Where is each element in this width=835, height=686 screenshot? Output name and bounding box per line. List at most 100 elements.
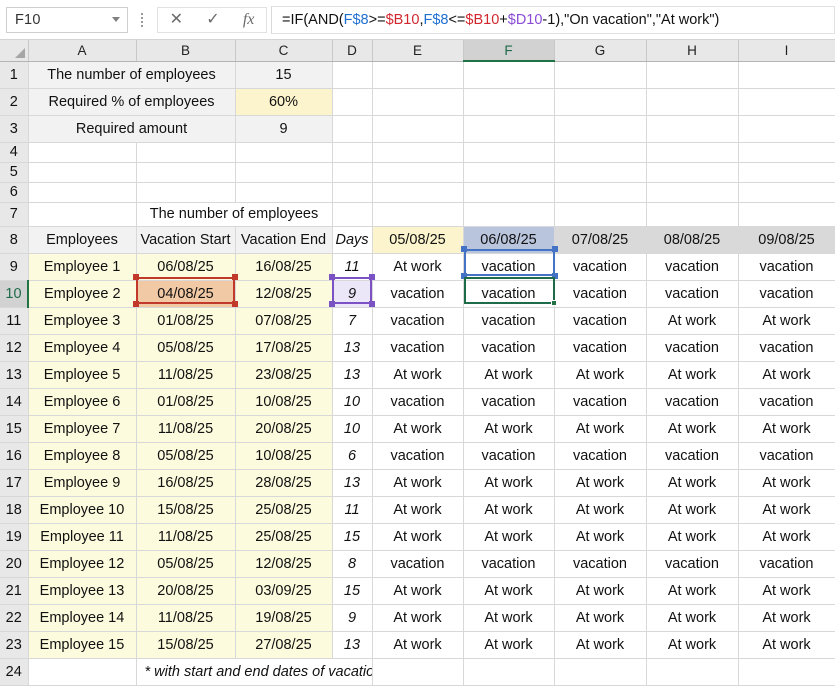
vacation-end[interactable]: 23/08/25 [235,361,332,388]
empty-cell[interactable] [372,142,463,162]
vacation-start[interactable]: 15/08/25 [136,496,235,523]
vacation-days[interactable]: 9 [332,280,372,307]
date-header-3[interactable]: 07/08/25 [554,226,646,253]
vacation-end[interactable]: 03/09/25 [235,577,332,604]
employee-name[interactable]: Employee 1 [28,253,136,280]
empty-cell[interactable] [646,658,738,685]
status-cell[interactable]: vacation [646,253,738,280]
empty-cell[interactable] [332,115,372,142]
vacation-start[interactable]: 20/08/25 [136,577,235,604]
status-cell[interactable]: vacation [372,280,463,307]
status-cell[interactable]: vacation [463,442,554,469]
empty-cell[interactable] [463,61,554,88]
status-cell[interactable]: At work [463,469,554,496]
status-cell[interactable]: At work [554,577,646,604]
status-cell[interactable]: At work [646,577,738,604]
vacation-end[interactable]: 12/08/25 [235,280,332,307]
empty-cell[interactable] [646,162,738,182]
empty-cell[interactable] [28,202,136,226]
status-cell[interactable]: At work [738,469,835,496]
empty-cell[interactable] [235,182,332,202]
empty-cell[interactable] [646,88,738,115]
vacation-days[interactable]: 13 [332,469,372,496]
employee-name[interactable]: Employee 6 [28,388,136,415]
empty-cell[interactable] [372,182,463,202]
empty-cell[interactable] [738,142,835,162]
empty-cell[interactable] [463,88,554,115]
summary-value-2[interactable]: 60% [235,88,332,115]
column-header-e[interactable]: E [372,40,463,61]
status-cell[interactable]: At work [372,469,463,496]
empty-cell[interactable] [554,202,646,226]
vacation-days[interactable]: 15 [332,577,372,604]
row-header-5[interactable]: 5 [0,162,28,182]
drag-dots-handle[interactable] [133,7,151,33]
status-cell[interactable]: vacation [463,388,554,415]
empty-cell[interactable] [372,202,463,226]
status-cell[interactable]: At work [463,577,554,604]
empty-cell[interactable] [463,162,554,182]
status-cell[interactable]: At work [372,415,463,442]
status-cell[interactable]: vacation [554,253,646,280]
row-header-7[interactable]: 7 [0,202,28,226]
status-cell[interactable]: vacation [372,442,463,469]
summary-label-2[interactable]: Required % of employees [28,88,235,115]
employee-name[interactable]: Employee 9 [28,469,136,496]
status-cell[interactable]: vacation [463,280,554,307]
employee-name[interactable]: Employee 12 [28,550,136,577]
vacation-start[interactable]: 06/08/25 [136,253,235,280]
vacation-end[interactable]: 20/08/25 [235,415,332,442]
status-cell[interactable]: At work [554,415,646,442]
empty-cell[interactable] [646,61,738,88]
status-cell[interactable]: vacation [738,253,835,280]
vacation-days[interactable]: 6 [332,442,372,469]
status-cell[interactable]: At work [463,496,554,523]
status-cell[interactable]: At work [463,631,554,658]
empty-cell[interactable] [738,88,835,115]
status-cell[interactable]: vacation [738,550,835,577]
vacation-end[interactable]: 16/08/25 [235,253,332,280]
vacation-days[interactable]: 11 [332,253,372,280]
vacation-start[interactable]: 05/08/25 [136,442,235,469]
vacation-days[interactable]: 7 [332,307,372,334]
row-header-14[interactable]: 14 [0,388,28,415]
status-cell[interactable]: At work [646,469,738,496]
status-cell[interactable]: At work [646,307,738,334]
employee-name[interactable]: Employee 10 [28,496,136,523]
summary-value-3[interactable]: 9 [235,115,332,142]
vacation-end[interactable]: 12/08/25 [235,550,332,577]
status-cell[interactable]: vacation [372,550,463,577]
empty-cell[interactable] [554,61,646,88]
empty-cell[interactable] [738,162,835,182]
enter-icon[interactable]: ✓ [206,12,219,28]
status-cell[interactable]: vacation [554,442,646,469]
status-cell[interactable]: vacation [554,280,646,307]
employee-name[interactable]: Employee 4 [28,334,136,361]
column-header-a[interactable]: A [28,40,136,61]
empty-cell[interactable] [646,115,738,142]
status-cell[interactable]: At work [646,523,738,550]
empty-cell[interactable] [554,142,646,162]
column-header-b[interactable]: B [136,40,235,61]
status-cell[interactable]: vacation [463,307,554,334]
row-header-12[interactable]: 12 [0,334,28,361]
status-cell[interactable]: At work [738,415,835,442]
vacation-start[interactable]: 11/08/25 [136,361,235,388]
status-cell[interactable]: vacation [738,388,835,415]
status-cell[interactable]: vacation [646,550,738,577]
status-cell[interactable]: At work [738,496,835,523]
empty-cell[interactable] [136,162,235,182]
employee-name[interactable]: Employee 8 [28,442,136,469]
empty-cell[interactable] [136,142,235,162]
summary-label-1[interactable]: The number of employees [28,61,235,88]
status-cell[interactable]: vacation [463,253,554,280]
vacation-end[interactable]: 27/08/25 [235,631,332,658]
vacation-days[interactable]: 15 [332,523,372,550]
employee-name[interactable]: Employee 13 [28,577,136,604]
status-cell[interactable]: vacation [738,442,835,469]
empty-cell[interactable] [646,202,738,226]
insert-function-icon[interactable]: fx [243,12,255,28]
empty-cell[interactable] [554,88,646,115]
empty-cell[interactable] [463,115,554,142]
empty-cell[interactable] [738,61,835,88]
